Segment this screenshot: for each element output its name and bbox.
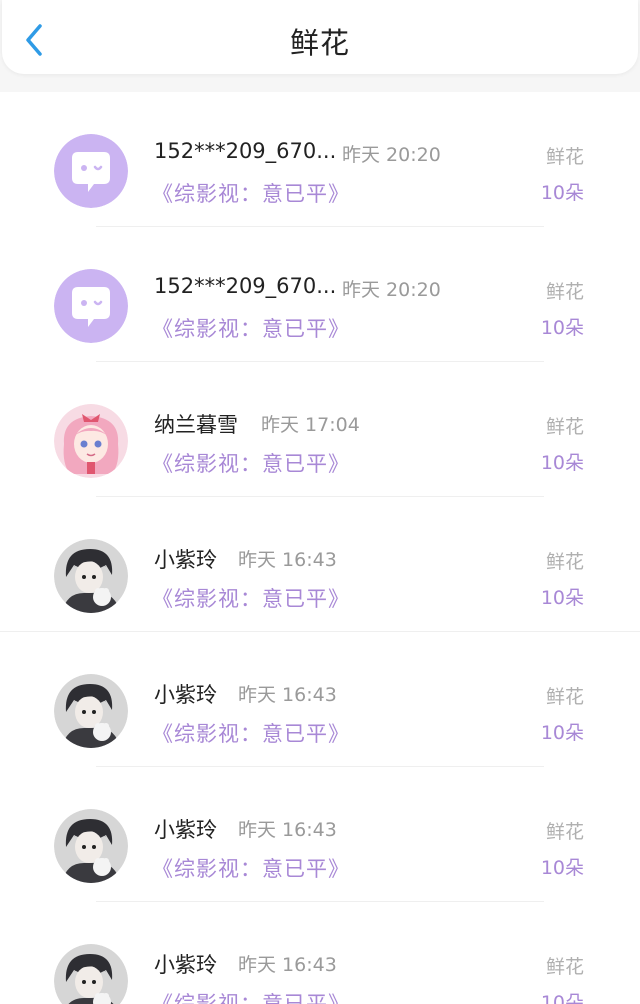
gift-type-label: 鲜花 [545, 686, 584, 708]
gift-count: 10朵 [540, 722, 584, 744]
avatar[interactable] [54, 134, 128, 208]
avatar[interactable] [54, 404, 128, 478]
default-chat-avatar-icon [54, 269, 128, 343]
user-name: 152***209_670... [154, 139, 337, 163]
book-title-link[interactable]: 《综影视：意已平》 [152, 583, 350, 613]
user-name: 小紫玲 [154, 953, 217, 977]
timestamp: 昨天 20:20 [342, 279, 441, 301]
book-title-link[interactable]: 《综影视：意已平》 [152, 313, 350, 343]
gift-count: 10朵 [540, 182, 584, 204]
user-name: 纳兰暮雪 [154, 413, 238, 437]
timestamp: 昨天 16:43 [238, 819, 337, 841]
dark-anime-boy-avatar-icon [54, 809, 128, 883]
user-name: 小紫玲 [154, 818, 217, 842]
avatar[interactable] [54, 539, 128, 613]
avatar[interactable] [54, 809, 128, 883]
user-name: 152***209_670... [154, 274, 337, 298]
book-title-link[interactable]: 《综影视：意已平》 [152, 988, 350, 1004]
page-title: 鲜花 [289, 26, 350, 60]
gift-type-label: 鲜花 [545, 821, 584, 843]
avatar[interactable] [54, 674, 128, 748]
gift-type-label: 鲜花 [545, 551, 584, 573]
book-title-link[interactable]: 《综影视：意已平》 [152, 718, 350, 748]
user-name: 小紫玲 [154, 548, 217, 572]
gift-count: 10朵 [540, 452, 584, 474]
gift-type-label: 鲜花 [545, 146, 584, 168]
dark-anime-boy-avatar-icon [54, 539, 128, 613]
list-item[interactable]: 小紫玲 昨天 16:43 《综影视：意已平》 鲜花 10朵 [0, 497, 640, 632]
timestamp: 昨天 16:43 [238, 684, 337, 706]
list-item[interactable]: 小紫玲 昨天 16:43 《综影视：意已平》 鲜花 10朵 [0, 767, 640, 902]
pink-anime-girl-avatar-icon [54, 404, 128, 478]
gift-type-label: 鲜花 [545, 416, 584, 438]
avatar[interactable] [54, 944, 128, 1004]
timestamp: 昨天 16:43 [238, 954, 337, 976]
list-item[interactable]: 152***209_670... 昨天 20:20 《综影视：意已平》 鲜花 1… [0, 227, 640, 362]
timestamp: 昨天 16:43 [238, 549, 337, 571]
flower-record-list[interactable]: 152***209_670... 昨天 20:20 《综影视：意已平》 鲜花 1… [0, 92, 640, 1004]
book-title-link[interactable]: 《综影视：意已平》 [152, 448, 350, 478]
list-item[interactable]: 小紫玲 昨天 16:43 《综影视：意已平》 鲜花 10朵 [0, 632, 640, 767]
avatar[interactable] [54, 269, 128, 343]
list-item[interactable]: 小紫玲 昨天 16:43 《综影视：意已平》 鲜花 10朵 [0, 902, 640, 1004]
gift-type-label: 鲜花 [545, 956, 584, 978]
gift-type-label: 鲜花 [545, 281, 584, 303]
gift-count: 10朵 [540, 317, 584, 339]
gift-count: 10朵 [540, 992, 584, 1004]
list-item[interactable]: 152***209_670... 昨天 20:20 《综影视：意已平》 鲜花 1… [0, 92, 640, 227]
gift-count: 10朵 [540, 857, 584, 879]
gift-count: 10朵 [540, 587, 584, 609]
timestamp: 昨天 17:04 [261, 414, 360, 436]
top-nav-bar: 鲜花 [2, 0, 638, 74]
user-name: 小紫玲 [154, 683, 217, 707]
dark-anime-boy-avatar-icon [54, 674, 128, 748]
default-chat-avatar-icon [54, 134, 128, 208]
timestamp: 昨天 20:20 [342, 144, 441, 166]
book-title-link[interactable]: 《综影视：意已平》 [152, 178, 350, 208]
dark-anime-boy-avatar-icon [54, 944, 128, 1004]
list-item[interactable]: 纳兰暮雪 昨天 17:04 《综影视：意已平》 鲜花 10朵 [0, 362, 640, 497]
book-title-link[interactable]: 《综影视：意已平》 [152, 853, 350, 883]
